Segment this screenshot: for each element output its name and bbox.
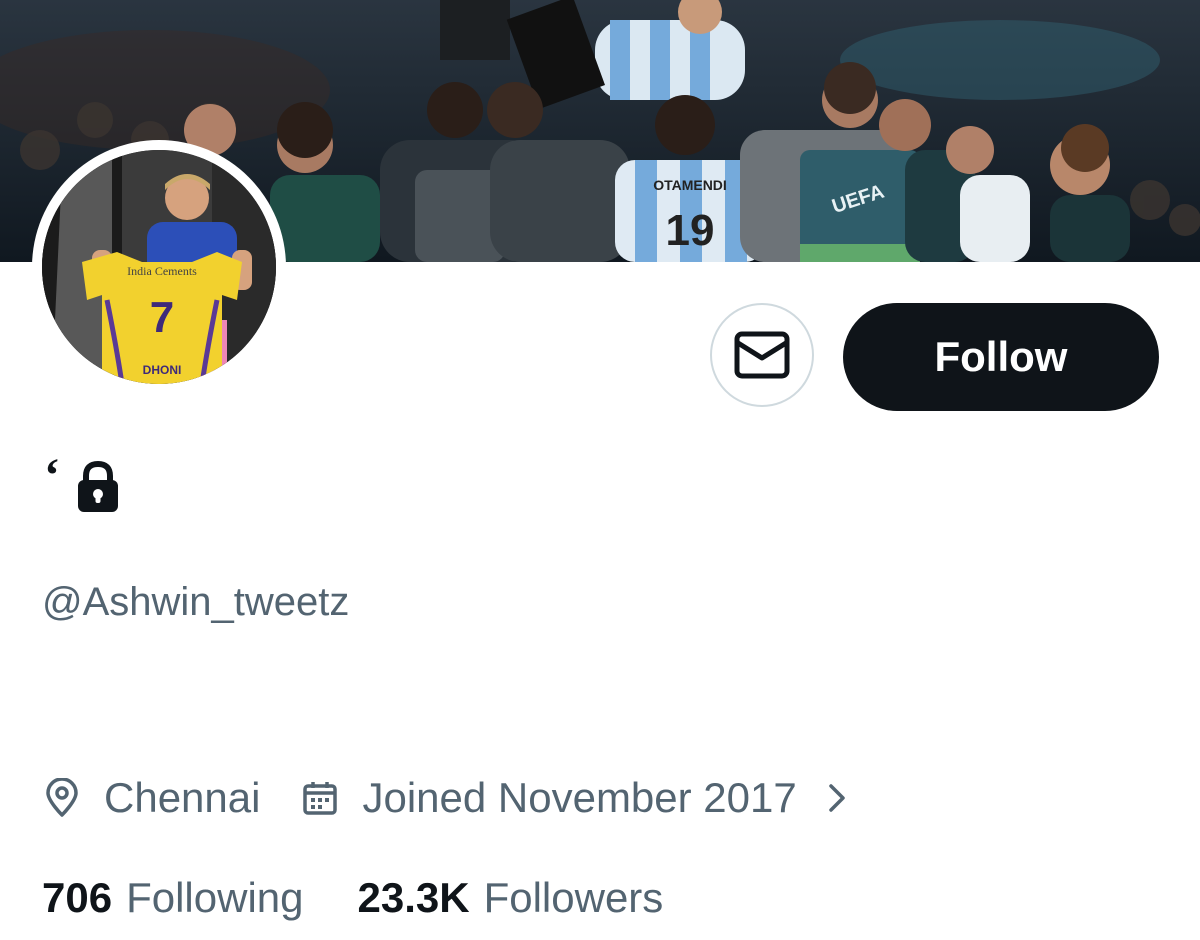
lock-icon <box>77 460 118 512</box>
banner-jersey-name: OTAMENDI <box>653 177 727 193</box>
avatar-photo: India Cements 7 DHONI <box>42 150 276 384</box>
display-name: ‘ <box>44 449 60 502</box>
joined-item: Joined November 2017 <box>302 774 797 822</box>
envelope-icon <box>734 331 790 379</box>
followers-count: 23.3K <box>357 874 470 921</box>
calendar-icon <box>303 782 338 815</box>
location-text: Chennai <box>104 774 261 821</box>
chevron-right-icon <box>829 784 845 812</box>
following-link[interactable]: 706 Following <box>42 874 304 922</box>
more-info-button[interactable] <box>825 780 849 816</box>
avatar-shirt-sponsor: India Cements <box>127 264 197 278</box>
avatar-shirt-number: 7 <box>150 293 174 342</box>
location-item: Chennai <box>44 774 260 822</box>
avatar-shirt-name: DHONI <box>143 363 182 377</box>
name-row: ‘ <box>44 452 120 516</box>
follow-counts: 706 Following 23.3K Followers <box>42 870 663 926</box>
joined-text: Joined November 2017 <box>362 774 797 821</box>
follow-button[interactable]: Follow <box>843 303 1159 411</box>
banner-jersey-number: 19 <box>666 206 715 255</box>
profile-handle: @Ashwin_tweetz <box>42 580 350 624</box>
location-pin-icon <box>46 778 78 817</box>
following-count: 706 <box>42 874 113 921</box>
followers-link[interactable]: 23.3K Followers <box>358 874 664 922</box>
message-button[interactable] <box>710 303 814 407</box>
followers-label: Followers <box>483 874 664 921</box>
following-label: Following <box>126 874 304 921</box>
profile-meta: Chennai Joined November 2017 <box>44 770 849 826</box>
avatar[interactable]: India Cements 7 DHONI <box>32 140 286 394</box>
